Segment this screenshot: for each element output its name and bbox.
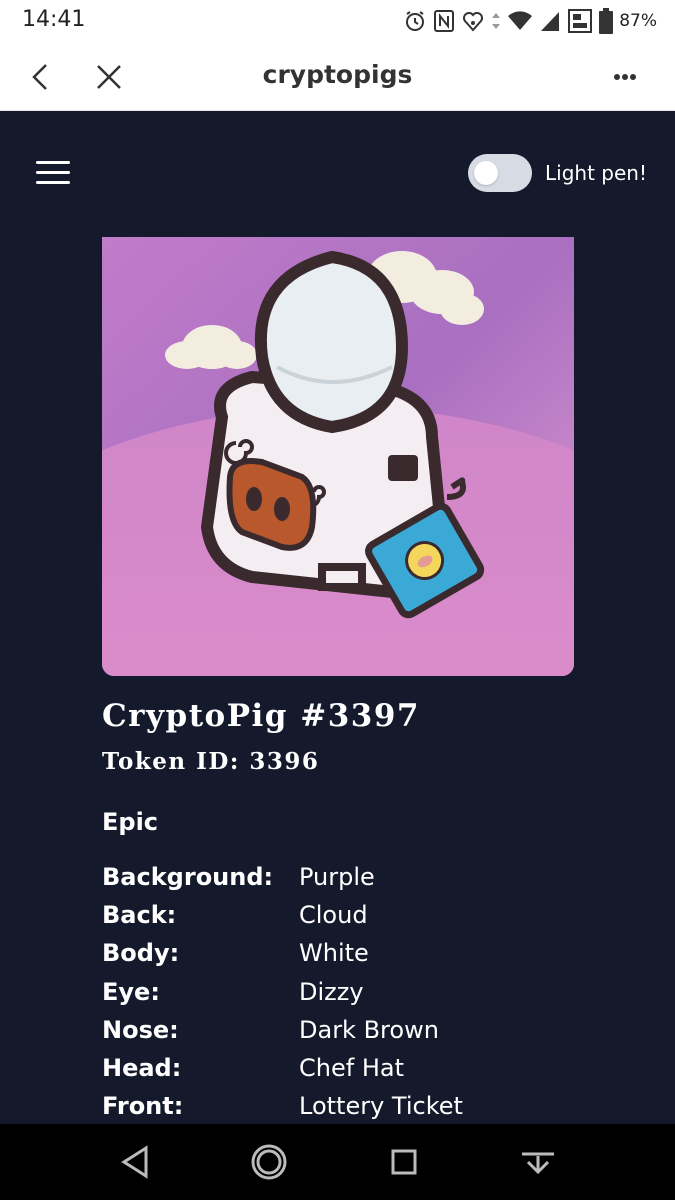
attribute-row: Head: Chef Hat xyxy=(102,1049,463,1087)
pig-title: CryptoPig #3397 xyxy=(102,698,420,734)
browser-toolbar: cryptopigs xyxy=(0,44,675,111)
status-icons: 87% xyxy=(403,6,657,36)
nav-recents-button[interactable] xyxy=(384,1142,424,1182)
home-circle-icon xyxy=(251,1144,287,1180)
attribute-row: Body: White xyxy=(102,934,463,972)
attribute-key: Background: xyxy=(102,863,274,892)
nav-hide-keyboard-button[interactable] xyxy=(518,1142,558,1182)
pig-artwork xyxy=(102,237,574,676)
nav-home-button[interactable] xyxy=(249,1142,289,1182)
attribute-value: Chef Hat xyxy=(299,1054,404,1083)
battery-icon xyxy=(599,8,614,34)
token-id: Token ID: 3396 xyxy=(102,748,320,775)
attribute-row: Nose: Dark Brown xyxy=(102,1011,463,1049)
attribute-value: Dark Brown xyxy=(299,1015,439,1044)
data-icon xyxy=(568,9,593,33)
back-triangle-icon xyxy=(121,1145,148,1179)
battery-percent: 87% xyxy=(619,11,657,31)
system-nav-bar xyxy=(0,1124,675,1200)
attribute-key: Nose: xyxy=(102,1015,179,1044)
attribute-value: Dizzy xyxy=(299,977,364,1006)
attribute-row: Back: Cloud xyxy=(102,896,463,934)
cell-signal-icon xyxy=(541,12,560,31)
nfc-icon xyxy=(434,10,455,32)
attributes-list: Background: Purple Back: Cloud Body: Whi… xyxy=(102,858,463,1125)
page-title: cryptopigs xyxy=(262,60,413,89)
nav-back-button[interactable] xyxy=(116,1142,156,1182)
status-bar: 14:41 87% xyxy=(0,0,675,44)
toggle-knob xyxy=(474,161,498,185)
more-options-button[interactable] xyxy=(605,62,645,92)
attribute-key: Body: xyxy=(102,939,180,968)
theme-toggle-label: Light pen! xyxy=(545,161,647,185)
theme-toggle[interactable] xyxy=(468,154,532,192)
attribute-key: Eye: xyxy=(102,977,160,1006)
hamburger-menu-icon[interactable] xyxy=(36,161,72,189)
attribute-value: White xyxy=(299,939,369,968)
attribute-row: Eye: Dizzy xyxy=(102,973,463,1011)
signal-booster-icon xyxy=(463,12,484,32)
more-horizontal-icon xyxy=(614,74,636,80)
status-time: 14:41 xyxy=(22,7,86,32)
chef-hat xyxy=(254,250,409,434)
attribute-value: Lottery Ticket xyxy=(299,1092,463,1121)
attribute-row: Front: Lottery Ticket xyxy=(102,1087,463,1125)
attribute-value: Cloud xyxy=(299,901,368,930)
data-arrows-icon xyxy=(492,13,501,29)
attribute-key: Head: xyxy=(102,1054,182,1083)
nose-dark-brown xyxy=(226,458,317,551)
recents-square-icon xyxy=(391,1149,417,1175)
wifi-icon xyxy=(508,11,533,30)
attribute-key: Front: xyxy=(102,1092,184,1121)
hide-keyboard-icon xyxy=(522,1152,554,1175)
attribute-key: Back: xyxy=(102,901,177,930)
attribute-value: Purple xyxy=(299,863,375,892)
rarity-label: Epic xyxy=(102,808,159,836)
attribute-row: Background: Purple xyxy=(102,858,463,896)
alarm-icon xyxy=(406,11,425,31)
